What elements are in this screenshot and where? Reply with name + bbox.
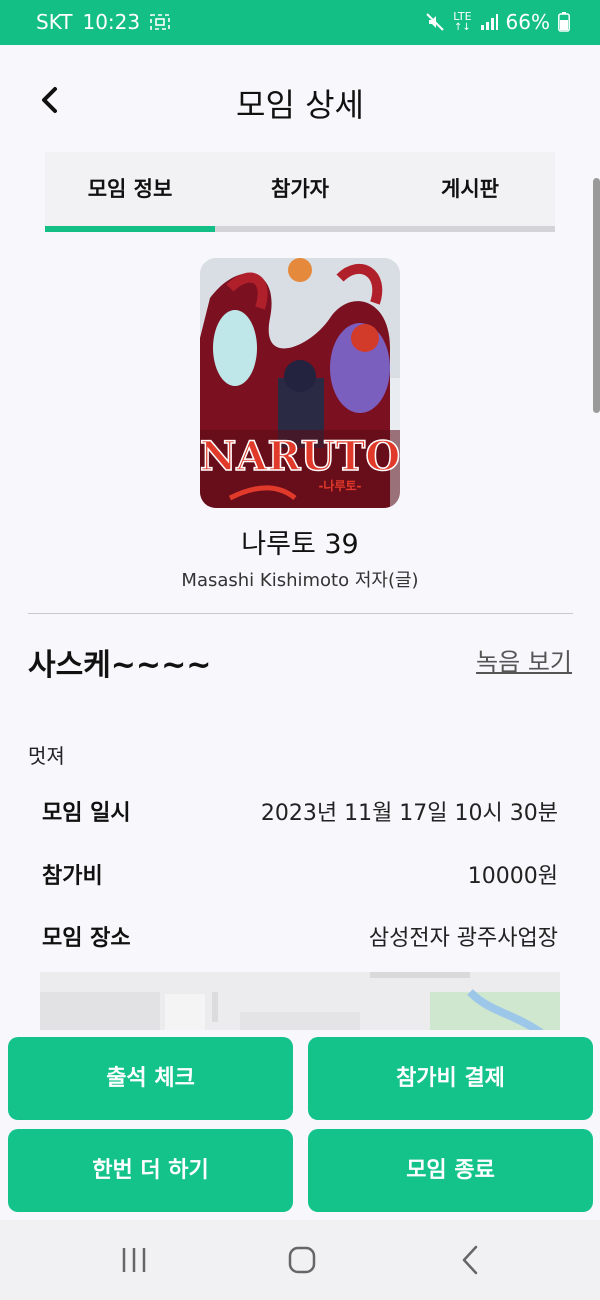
cover-subtitle-text: -나루토- [318,478,361,493]
book-author: Masashi Kishimoto 저자(글) [181,570,419,591]
tab-participants[interactable]: 참가자 [215,152,385,226]
repeat-meeting-button[interactable]: 한번 더 하기 [8,1129,293,1212]
view-recording-link[interactable]: 녹음 보기 [476,642,572,677]
meeting-description: 멋져 [28,744,65,768]
carrier-label: SKT [36,10,73,34]
tab-meeting-info[interactable]: 모임 정보 [45,152,215,226]
scrollbar[interactable] [593,178,600,413]
end-meeting-button[interactable]: 모임 종료 [308,1129,593,1212]
battery-icon [558,12,570,32]
signal-icon [480,13,498,31]
app-bar: 모임 상세 [0,60,600,140]
home-icon [288,1246,316,1274]
page-title: 모임 상세 [236,86,364,124]
meeting-title: 사스케~~~~ [28,648,212,683]
attendance-check-button[interactable]: 출석 체크 [8,1037,293,1120]
book-title: 나루토 39 [241,529,359,560]
detail-row-fee: 참가비 10000원 [42,858,558,898]
detail-row-location: 모임 장소 삼성전자 광주사업장 [42,920,558,960]
cover-title-text: NARUTO [200,433,400,480]
mute-icon [425,12,445,32]
nav-back-button[interactable] [450,1240,490,1280]
detail-label: 모임 장소 [42,926,131,951]
status-bar: SKT 10:23 LTE ↑↓ 66% [0,0,600,45]
tab-bar: 모임 정보 참가자 게시판 [45,152,555,232]
lte-icon: LTE ↑↓ [453,9,472,33]
book-cover-image: NARUTO -나루토- [200,258,400,508]
pay-fee-button[interactable]: 참가비 결제 [308,1037,593,1120]
back-icon [462,1245,478,1275]
system-nav-bar [0,1220,600,1300]
detail-label: 모임 일시 [42,801,131,826]
clock: 10:23 [82,10,141,34]
detail-row-datetime: 모임 일시 2023년 11월 17일 10시 30분 [42,795,558,835]
home-button[interactable] [282,1240,322,1280]
screenshot-icon [150,13,170,31]
divider [28,613,573,614]
recent-apps-icon [122,1248,146,1272]
detail-value: 2023년 11월 17일 10시 30분 [260,801,558,826]
tab-indicator-active [45,226,215,232]
detail-value: 10000원 [467,864,558,889]
tab-board[interactable]: 게시판 [385,152,555,226]
detail-value: 삼성전자 광주사업장 [368,926,558,951]
recent-apps-button[interactable] [114,1240,154,1280]
detail-label: 참가비 [42,864,103,889]
battery-label: 66% [505,10,550,34]
